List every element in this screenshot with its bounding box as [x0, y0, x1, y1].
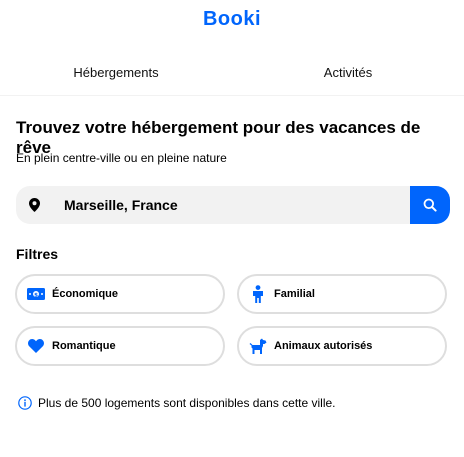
booki-logo[interactable]: Booki — [0, 8, 464, 31]
filter-label: Animaux autorisés — [274, 340, 373, 352]
search-input[interactable]: Marseille, France — [52, 186, 410, 224]
filter-animaux-autorises[interactable]: Animaux autorisés — [237, 326, 447, 366]
location-pin-icon — [16, 186, 52, 224]
availability-text: Plus de 500 logements sont disponibles d… — [38, 396, 336, 410]
tab-activites[interactable]: Activités — [232, 56, 464, 96]
heart-icon — [27, 337, 45, 355]
tab-hebergements[interactable]: Hébergements — [0, 56, 232, 96]
filter-economique[interactable]: $ Économique — [15, 274, 225, 314]
dog-icon — [249, 337, 267, 355]
search-bar: Marseille, France — [16, 186, 450, 224]
filter-label: Économique — [52, 288, 119, 300]
filter-label: Familial — [274, 288, 315, 300]
filters-title: Filtres — [16, 246, 59, 262]
filter-romantique[interactable]: Romantique — [15, 326, 225, 366]
filter-label: Romantique — [52, 340, 116, 352]
money-icon: $ — [27, 285, 45, 303]
person-icon — [249, 285, 267, 303]
page-subtitle: En plein centre-ville ou en pleine natur… — [16, 151, 227, 165]
search-button[interactable] — [410, 186, 450, 224]
svg-text:$: $ — [34, 292, 38, 298]
tabs-divider — [0, 95, 464, 96]
availability-info: Plus de 500 logements sont disponibles d… — [18, 396, 336, 410]
main-tabs: Hébergements Activités — [0, 56, 464, 96]
filter-familial[interactable]: Familial — [237, 274, 447, 314]
info-icon — [18, 396, 32, 410]
search-icon — [423, 198, 437, 212]
